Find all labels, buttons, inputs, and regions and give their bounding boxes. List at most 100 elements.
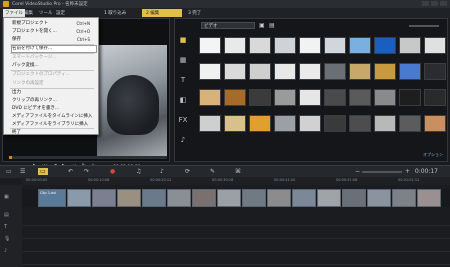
media-thumbnail[interactable] (399, 89, 421, 106)
media-thumbnail[interactable] (324, 63, 346, 80)
file-menu-item[interactable]: 終了 (12, 130, 96, 136)
media-thumbnail[interactable] (249, 37, 271, 54)
import-icon[interactable]: ▤ (269, 22, 275, 29)
media-thumbnail[interactable] (324, 89, 346, 106)
media-thumbnail[interactable] (424, 115, 446, 132)
subtitle-icon[interactable]: ⌘ (235, 168, 241, 175)
media-thumbnail[interactable] (199, 89, 221, 106)
maximize-button[interactable] (431, 1, 438, 6)
file-menu-item[interactable]: プロジェクトを開く... Ctrl+O (12, 29, 96, 35)
timeline-ruler[interactable]: 00:00:00:00 00:00:10:06 00:00:20:12 00:00:3… (22, 177, 450, 185)
media-thumbnail[interactable] (374, 63, 396, 80)
media-thumbnail[interactable] (224, 115, 246, 132)
title-track-icon[interactable]: T (0, 221, 22, 233)
menu-edit[interactable]: 編集 (22, 9, 35, 17)
overlay-track[interactable] (22, 213, 450, 226)
step-capture[interactable]: 1 取り込み (100, 9, 140, 17)
media-thumbnail[interactable] (324, 37, 346, 54)
media-thumbnail[interactable] (324, 115, 346, 132)
timeline-clip[interactable] (317, 189, 341, 207)
undo-icon[interactable]: ↶ (68, 168, 73, 175)
media-type-select[interactable]: ビデオ (201, 22, 255, 29)
timeline-clip[interactable] (242, 189, 266, 207)
zoom-slider[interactable] (362, 171, 402, 173)
media-thumbnail[interactable] (199, 115, 221, 132)
media-thumbnail[interactable] (224, 37, 246, 54)
timeline-clip[interactable] (167, 189, 191, 207)
timeline-view-icon[interactable]: ☰ (20, 168, 25, 175)
media-thumbnail[interactable] (399, 37, 421, 54)
media-thumbnail[interactable] (274, 63, 296, 80)
record-icon[interactable]: ● (110, 168, 115, 175)
file-menu-item[interactable]: メディアファイルをタイムラインに挿入 (12, 114, 96, 120)
media-thumbnail[interactable] (299, 37, 321, 54)
step-edit[interactable]: 2 編集 (142, 9, 182, 17)
minimize-button[interactable] (422, 1, 429, 6)
timeline-clip[interactable] (192, 189, 216, 207)
timeline-clip[interactable] (392, 189, 416, 207)
voice-track-icon[interactable]: 🎙 (0, 233, 22, 245)
timeline-clip[interactable] (417, 189, 441, 207)
timeline-clip[interactable] (117, 189, 141, 207)
close-button[interactable] (440, 1, 447, 6)
media-thumbnail[interactable] (199, 37, 221, 54)
music-icon[interactable]: ♪ (178, 135, 188, 145)
media-thumbnail[interactable] (349, 89, 371, 106)
media-thumbnail[interactable] (274, 115, 296, 132)
graphics-icon[interactable]: ◧ (178, 95, 188, 105)
timeline-timecode[interactable]: 0:00:17 (415, 168, 438, 175)
timeline-clip[interactable] (267, 189, 291, 207)
media-thumbnail[interactable] (274, 37, 296, 54)
folder-icon[interactable]: ■ (178, 35, 188, 45)
overlay-track-icon[interactable]: ▤ (0, 209, 22, 221)
thumbnail-size-slider[interactable] (409, 25, 439, 27)
media-thumbnail[interactable] (424, 89, 446, 106)
media-thumbnail[interactable] (349, 63, 371, 80)
timeline-clip[interactable] (142, 189, 166, 207)
media-thumbnail[interactable] (374, 115, 396, 132)
media-thumbnail[interactable] (299, 63, 321, 80)
media-thumbnail[interactable] (399, 115, 421, 132)
file-menu-item[interactable]: 保存 Ctrl+S (12, 37, 96, 43)
timeline-clip[interactable] (67, 189, 91, 207)
media-thumbnail[interactable] (349, 37, 371, 54)
media-thumbnail[interactable] (249, 115, 271, 132)
scrub-bar[interactable] (9, 156, 167, 159)
zoom-out-icon[interactable]: − (355, 168, 360, 175)
timeline-clip[interactable] (92, 189, 116, 207)
timeline-clip[interactable]: Clip 1.avi (38, 189, 66, 207)
file-menu-item[interactable]: 新規プロジェクト Ctrl+N (12, 21, 96, 27)
file-menu-item[interactable]: クリップの再リンク... (12, 98, 96, 104)
motion-icon[interactable]: ⟳ (185, 168, 190, 175)
text-icon[interactable]: T (178, 75, 188, 85)
timeline-clip[interactable] (342, 189, 366, 207)
add-folder-icon[interactable]: ▣ (259, 22, 265, 29)
voice-track[interactable] (22, 239, 450, 252)
timeline-clip[interactable] (217, 189, 241, 207)
media-thumbnail[interactable] (224, 89, 246, 106)
title-track[interactable] (22, 226, 450, 239)
redo-icon[interactable]: ↷ (84, 168, 89, 175)
media-thumbnail[interactable] (424, 37, 446, 54)
step-share[interactable]: 3 完了 (184, 9, 224, 17)
music-track-icon[interactable]: ♪ (0, 245, 22, 257)
media-thumbnail[interactable] (249, 89, 271, 106)
audio-mixer-icon[interactable]: ♫ (136, 168, 141, 175)
menu-settings[interactable]: 設定 (54, 9, 67, 17)
media-thumbnail[interactable] (274, 89, 296, 106)
timeline-clip[interactable] (292, 189, 316, 207)
fx-icon[interactable]: FX (178, 115, 188, 125)
media-thumbnail[interactable] (249, 63, 271, 80)
file-menu-item[interactable]: パック変換... (12, 63, 96, 69)
media-thumbnail[interactable] (374, 37, 396, 54)
media-thumbnail[interactable] (399, 63, 421, 80)
media-thumbnail[interactable] (349, 115, 371, 132)
auto-music-icon[interactable]: ♪ (160, 168, 164, 175)
media-thumbnail[interactable] (199, 63, 221, 80)
film-icon[interactable]: ▦ (178, 55, 188, 65)
media-thumbnail[interactable] (299, 115, 321, 132)
options-link[interactable]: オプション (423, 152, 443, 158)
storyboard-view-icon[interactable]: ▭ (6, 168, 12, 175)
file-menu-item[interactable]: 名前を付けて保存... (11, 45, 97, 53)
file-menu-item[interactable]: DVD にビデオを書き... (12, 106, 96, 112)
